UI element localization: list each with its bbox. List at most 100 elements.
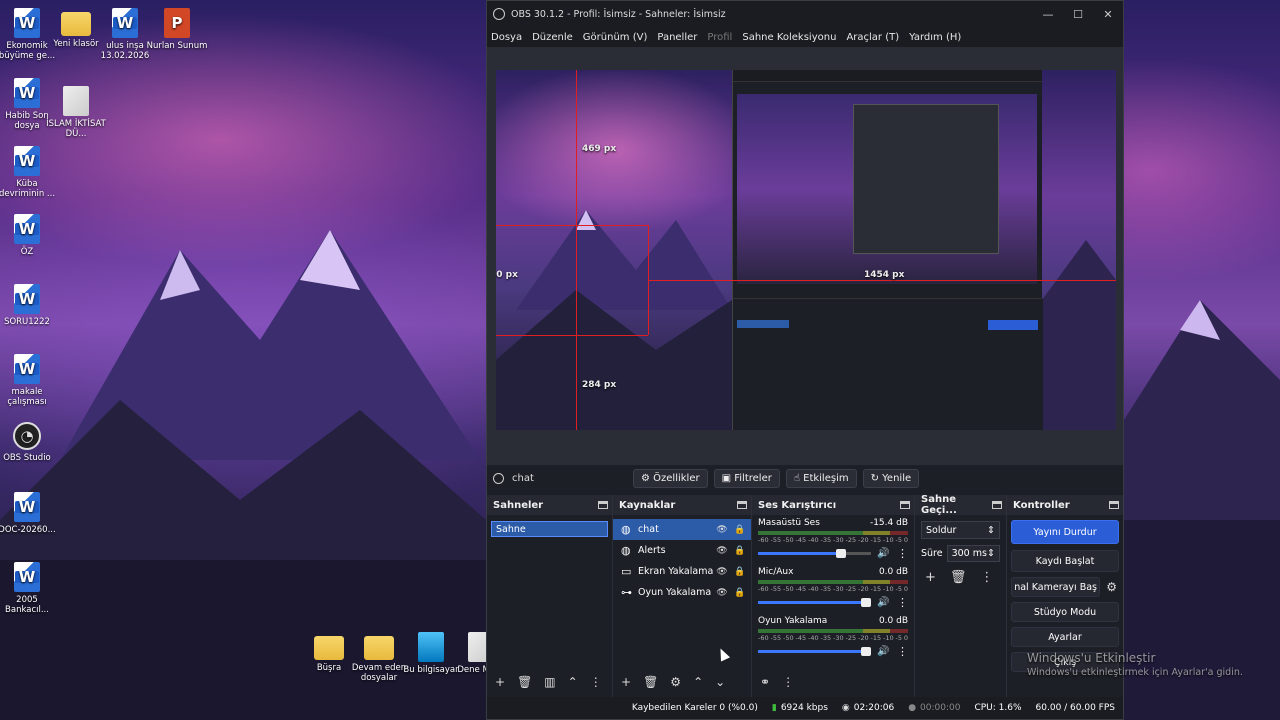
trash-icon[interactable]: 🗑	[950, 570, 967, 585]
properties-button[interactable]: ⚙ Özellikler	[633, 468, 708, 488]
volume-slider[interactable]	[758, 549, 871, 558]
lock-icon[interactable]: 🔒	[733, 567, 747, 577]
meter-tick: -50	[783, 634, 794, 642]
menu-profil[interactable]: Profil	[707, 32, 732, 43]
source-name: Alerts	[638, 545, 666, 556]
filters-button[interactable]: ▣ Filtreler	[713, 468, 780, 488]
more-icon[interactable]: ⋮	[782, 675, 794, 689]
close-button[interactable]: ✕	[1093, 8, 1123, 21]
guide-horizontal-top	[496, 225, 648, 226]
undock-icon[interactable]	[598, 501, 608, 509]
menu-dosya[interactable]: Dosya	[491, 32, 522, 43]
lock-icon[interactable]: 🔒	[733, 546, 747, 556]
source-item[interactable]: ◍ Alerts 👁 🔒	[613, 540, 751, 561]
word-document-icon: W	[14, 562, 40, 592]
virtual-camera-button[interactable]: nal Kamerayı Baş	[1011, 577, 1101, 597]
chevron-up-icon[interactable]: ⌃	[693, 675, 703, 689]
eye-icon[interactable]: 👁	[715, 525, 729, 535]
add-icon[interactable]: +	[495, 675, 505, 689]
menu-yardim[interactable]: Yardım (H)	[909, 32, 961, 43]
studio-mode-button[interactable]: Stüdyo Modu	[1011, 602, 1119, 622]
meter-tick: -45	[795, 585, 807, 593]
word-document-icon: W	[112, 8, 138, 38]
more-icon[interactable]: ⋮	[590, 675, 602, 689]
refresh-button[interactable]: ↻ Yenile	[862, 468, 920, 488]
desktop-icon[interactable]: P Nurlan Sunum	[146, 8, 208, 51]
meter-tick: 0	[903, 634, 908, 642]
lock-icon[interactable]: 🔒	[733, 525, 747, 535]
stop-stream-button[interactable]: Yayını Durdur	[1011, 520, 1119, 544]
desktop-icon[interactable]: W SORU1222	[0, 284, 58, 327]
desktop-icon[interactable]: Wmakale çalışması	[0, 354, 58, 407]
desktop-icon[interactable]: W ÖZ	[0, 214, 58, 257]
eye-icon[interactable]: 👁	[715, 567, 729, 577]
volume-knob[interactable]	[861, 598, 871, 607]
volume-slider[interactable]	[758, 647, 871, 656]
desktop-icon[interactable]: İSLAM İKTİSAT DÜ...	[45, 86, 107, 139]
link-icon[interactable]: ⚭	[760, 675, 770, 689]
lock-icon[interactable]: 🔒	[733, 588, 747, 598]
spin-icon[interactable]: ⇕	[987, 548, 995, 559]
source-item[interactable]: ▭ Ekran Yakalama 👁 🔒	[613, 561, 751, 582]
desktop-icon-label: makale çalışması	[7, 387, 47, 407]
volume-knob[interactable]	[861, 647, 871, 656]
start-record-button[interactable]: Kaydı Başlat	[1011, 550, 1119, 572]
volume-knob[interactable]	[836, 549, 847, 558]
meter-tick: -10	[883, 634, 894, 642]
transition-select[interactable]: Soldur ⇕	[921, 521, 1000, 539]
chevron-up-icon[interactable]: ⌃	[568, 675, 578, 689]
meter-tick: -55	[770, 634, 782, 642]
word-document-icon: W	[14, 214, 40, 244]
menu-araclar[interactable]: Araçlar (T)	[846, 32, 899, 43]
desktop-icon[interactable]: W DOC-20260...	[0, 492, 58, 535]
menu-duzenle[interactable]: Düzenle	[532, 32, 573, 43]
trash-icon[interactable]: 🗑	[643, 675, 658, 689]
status-bar: Kaybedilen Kareler 0 (%0.0) ▮ 6924 kbps …	[487, 697, 1123, 719]
menu-paneller[interactable]: Paneller	[657, 32, 697, 43]
settings-button[interactable]: Ayarlar	[1011, 627, 1119, 647]
more-icon[interactable]: ⋮	[897, 547, 908, 560]
gear-icon[interactable]: ⚙	[670, 675, 681, 689]
add-icon[interactable]: +	[621, 675, 631, 689]
volume-slider[interactable]	[758, 598, 871, 607]
source-item[interactable]: ◍ chat 👁 🔒	[613, 519, 751, 540]
more-icon[interactable]: ⋮	[897, 645, 908, 658]
undock-icon[interactable]	[1109, 501, 1119, 509]
gamepad-icon: ⊶	[621, 586, 632, 599]
desktop-icon[interactable]: W Küba devriminin ...	[0, 146, 58, 199]
eye-icon[interactable]: 👁	[715, 546, 729, 556]
source-item[interactable]: ⊶ Oyun Yakalama 👁 🔒	[613, 582, 751, 603]
desktop-icon[interactable]: W 2005 Bankacıl...	[0, 562, 58, 615]
add-icon[interactable]: +	[925, 570, 936, 585]
more-icon[interactable]: ⋮	[980, 570, 993, 585]
trash-icon[interactable]: 🗑	[517, 675, 532, 689]
undock-icon[interactable]	[737, 501, 747, 509]
track-name: Masaüstü Ses	[758, 518, 820, 528]
speaker-icon[interactable]: 🔊	[877, 597, 891, 608]
filter-icon[interactable]: ▥	[544, 675, 555, 689]
meter-tick: -40	[808, 585, 819, 593]
chevron-down-icon[interactable]: ⌄	[715, 675, 725, 689]
scene-item[interactable]: Sahne	[491, 521, 608, 537]
maximize-button[interactable]: ☐	[1063, 8, 1093, 21]
undock-icon[interactable]	[900, 501, 910, 509]
preview-canvas[interactable]: 469 px 30 px 284 px 1454 px	[496, 70, 1116, 430]
more-icon[interactable]: ⋮	[897, 596, 908, 609]
gear-icon[interactable]: ⚙	[1106, 580, 1117, 594]
desktop-icon[interactable]: ◔ OBS Studio	[0, 422, 58, 463]
meter-tick: -20	[858, 585, 869, 593]
speaker-icon[interactable]: 🔊	[877, 646, 891, 657]
meter-tick: -60	[758, 536, 769, 544]
duration-value: 300 ms	[951, 548, 987, 559]
eye-icon[interactable]: 👁	[715, 588, 729, 598]
interact-button[interactable]: ☝ Etkileşim	[785, 468, 857, 488]
undock-icon[interactable]	[992, 501, 1002, 509]
duration-input[interactable]: 300 ms ⇕	[946, 545, 1000, 562]
minimize-button[interactable]: —	[1033, 8, 1063, 21]
word-document-icon: W	[14, 78, 40, 108]
desktop-icon-label: Nurlan Sunum	[146, 41, 208, 51]
menu-gorunum[interactable]: Görünüm (V)	[583, 32, 648, 43]
track-header: Masaüstü Ses -15.4 dB	[758, 518, 908, 528]
speaker-icon[interactable]: 🔊	[877, 548, 891, 559]
menu-sahne-koleksiyonu[interactable]: Sahne Koleksiyonu	[742, 32, 836, 43]
